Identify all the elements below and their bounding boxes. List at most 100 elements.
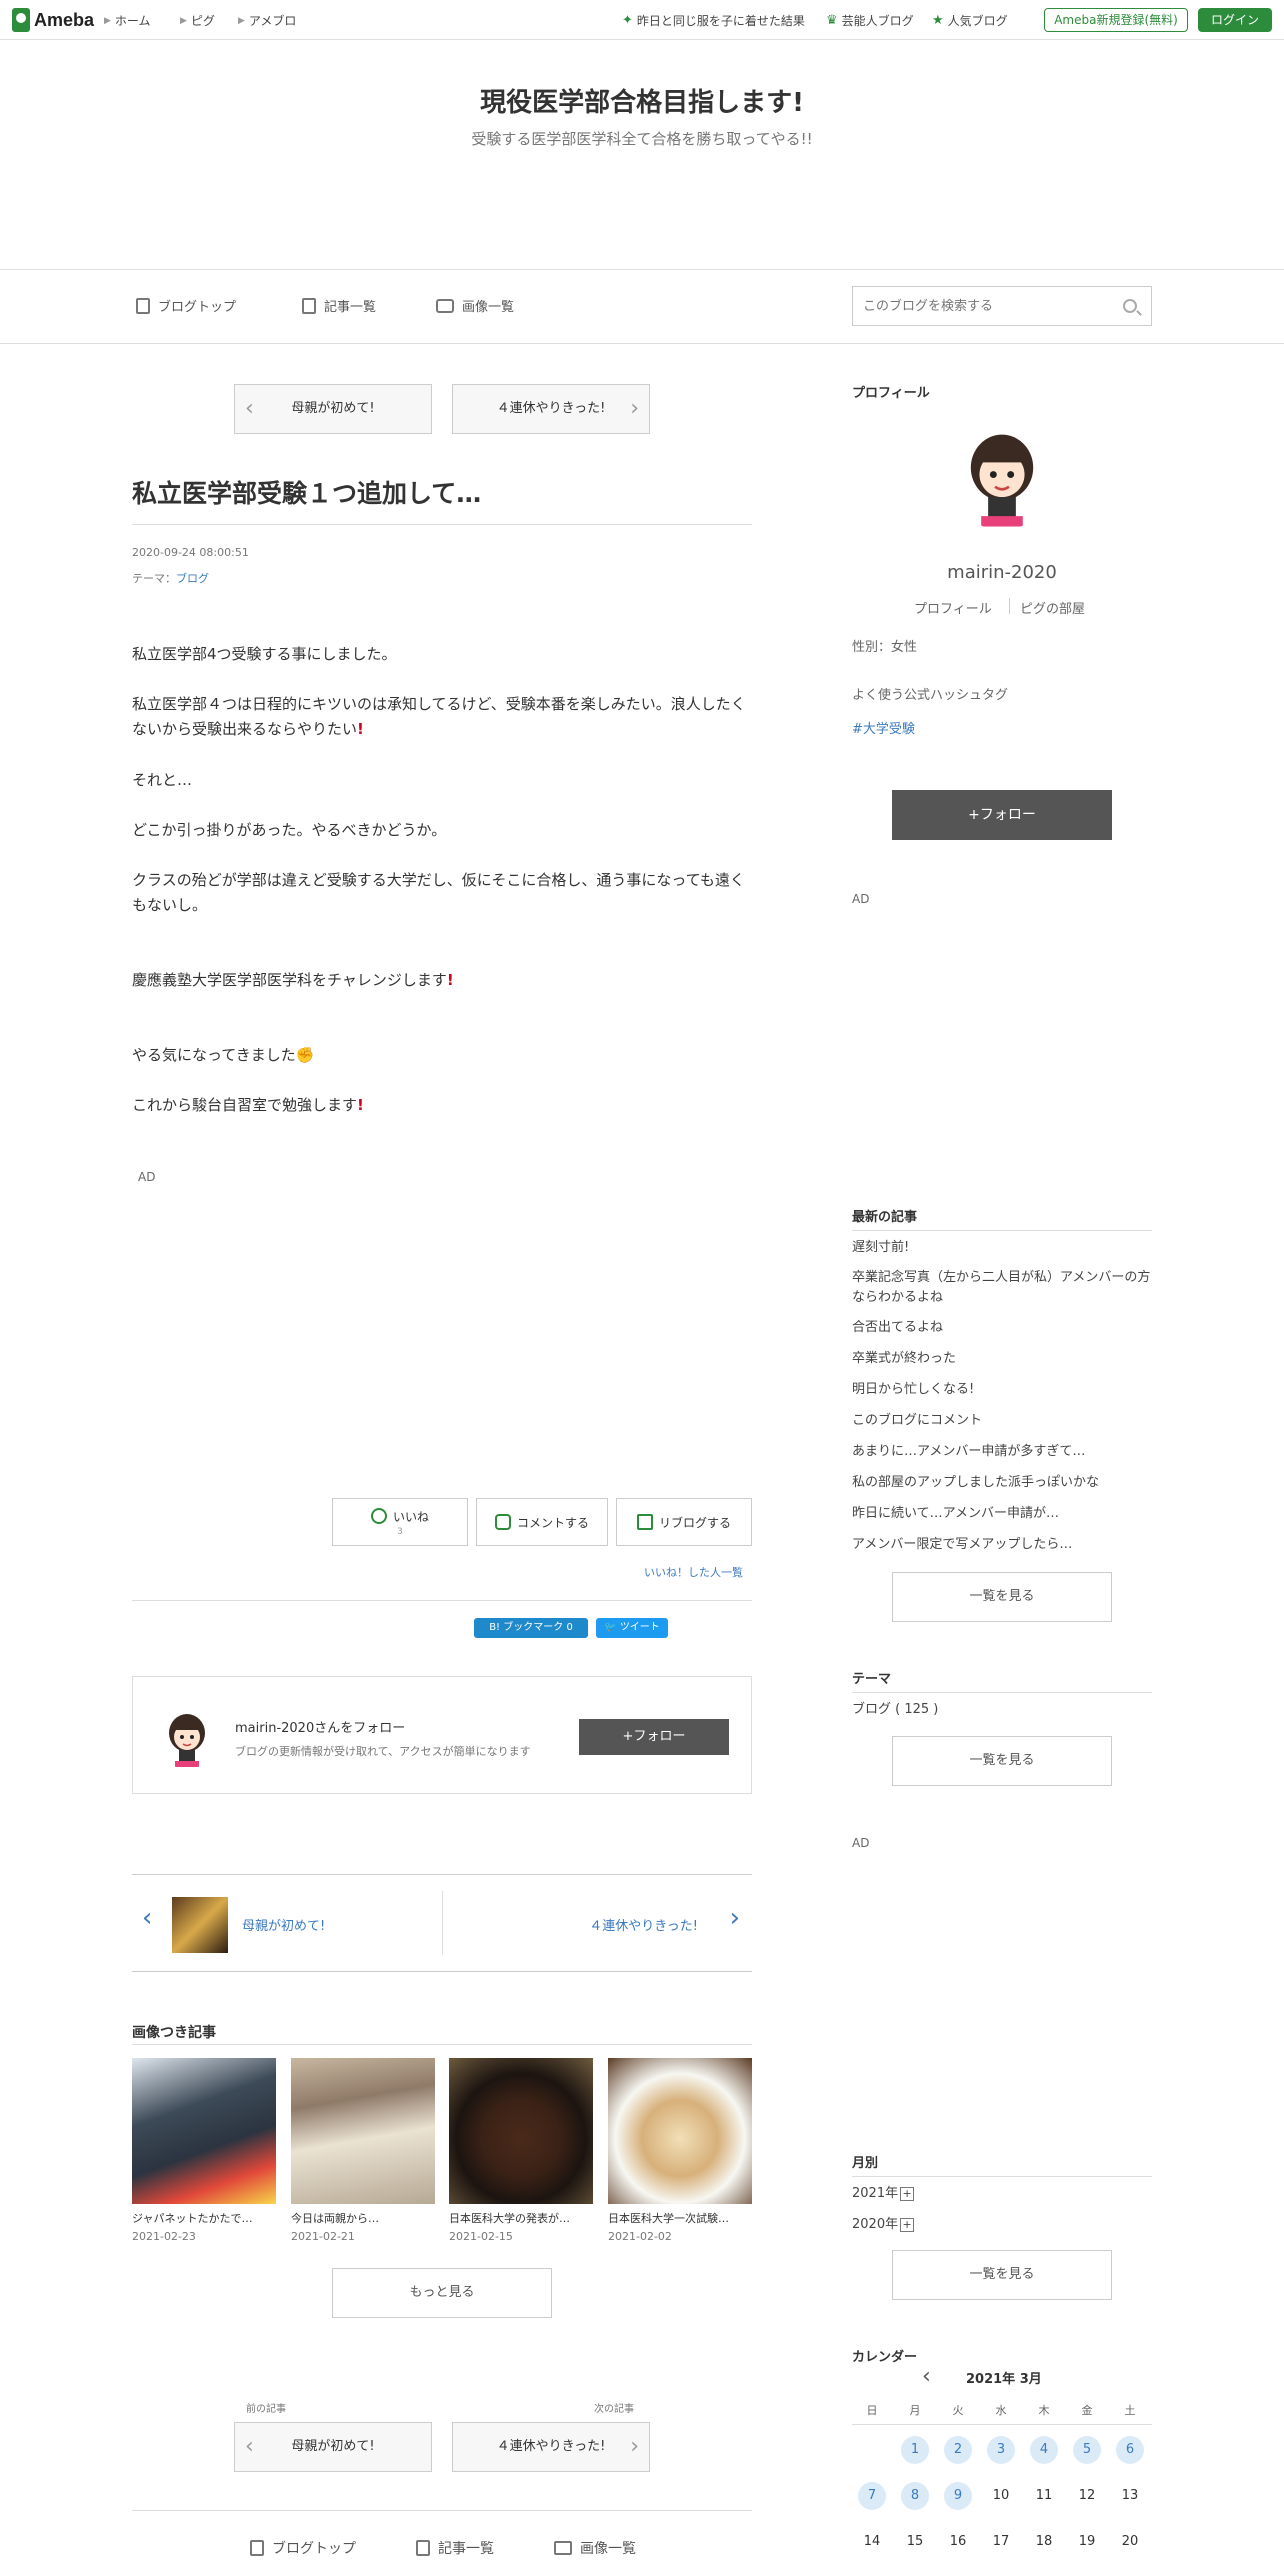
- document-icon: [136, 297, 150, 314]
- calendar-day[interactable]: 8: [901, 2482, 929, 2510]
- expand-plus-icon[interactable]: +: [900, 2187, 915, 2201]
- month-2021[interactable]: 2021年 +: [852, 2184, 1152, 2204]
- subnav-image-list[interactable]: 画像一覧: [436, 296, 514, 315]
- latest-article-link[interactable]: 私の部屋のアップしました派手っぽいかな: [852, 1473, 1152, 1493]
- image-post-date: 2021-02-21: [291, 2230, 355, 2243]
- image-post-caption[interactable]: ジャパネットたかたで…: [132, 2210, 276, 2226]
- latest-article-link[interactable]: 遅刻寸前!: [852, 1238, 1152, 1258]
- nav-ameblo[interactable]: ▶ アメブロ: [238, 12, 296, 29]
- search-input[interactable]: [853, 287, 1103, 325]
- divider: [442, 1891, 443, 1955]
- celebrity-blog-link[interactable]: ♛ 芸能人ブログ: [826, 12, 914, 29]
- image-post-caption[interactable]: 今日は両親から…: [291, 2210, 435, 2226]
- subnav-blog-top[interactable]: ブログトップ: [136, 296, 236, 315]
- latest-article-link[interactable]: 昨日に続いて…アメンバー申請が…: [852, 1504, 1152, 1524]
- prev-article-button[interactable]: ‹ 母親が初めて!: [234, 2422, 432, 2472]
- latest-article-link[interactable]: アメンバー限定で写メアップしたら…: [852, 1535, 1152, 1555]
- search-icon[interactable]: [1123, 299, 1137, 313]
- footer-blog-top[interactable]: ブログトップ: [250, 2538, 356, 2558]
- chevron-left-icon[interactable]: ‹: [142, 1903, 152, 1933]
- chevron-right-icon: ›: [630, 2434, 639, 2459]
- nav-home[interactable]: ▶ ホーム: [104, 12, 151, 29]
- calendar-day[interactable]: 9: [944, 2482, 972, 2510]
- pigg-room-link[interactable]: ピグの部屋: [1020, 598, 1085, 617]
- calendar-day[interactable]: 3: [987, 2436, 1015, 2464]
- like-button[interactable]: いいね 3: [332, 1498, 468, 1546]
- follow-title: mairin-2020さんをフォロー: [235, 1721, 406, 1736]
- image-post-caption[interactable]: 日本医科大学一次試験…: [608, 2210, 752, 2226]
- monthly-list-button[interactable]: 一覧を見る: [892, 2250, 1112, 2300]
- next-article-button[interactable]: ４連休やりきった! ›: [452, 384, 650, 434]
- calendar-day: 18: [1035, 2534, 1053, 2549]
- calendar-month: 2021年 3月: [966, 2372, 1042, 2387]
- hatena-bookmark-button[interactable]: B! ブックマーク 0: [474, 1618, 588, 1638]
- like-list-link[interactable]: いいね！した人一覧: [644, 1564, 743, 1580]
- latest-article-link[interactable]: 卒業記念写真（左から二人目が私）アメンバーの方ならわかるよね: [852, 1268, 1152, 1308]
- calendar-day[interactable]: 7: [858, 2482, 886, 2510]
- calendar-day: 15: [906, 2534, 924, 2549]
- weekday-label: 土: [1124, 2404, 1136, 2417]
- theme-list-button[interactable]: 一覧を見る: [892, 1736, 1112, 1786]
- top-bar: Ameba ▶ ホーム ▶ ピグ ▶ アメブロ ✦ 昨日と同じ服を子に着せた結果 ♛ 芸能…: [0, 0, 1284, 40]
- image-post-thumbnail[interactable]: [291, 2058, 435, 2204]
- sidebar-follow-button[interactable]: +フォロー: [892, 790, 1112, 840]
- calendar-day[interactable]: 2: [944, 2436, 972, 2464]
- tweet-button[interactable]: 🐦 ツイート: [596, 1618, 668, 1638]
- latest-article-link[interactable]: 明日から忙しくなる!: [852, 1380, 1152, 1400]
- login-button[interactable]: ログイン: [1198, 8, 1272, 32]
- latest-article-link[interactable]: このブログにコメント: [852, 1411, 1152, 1431]
- twitter-icon: 🐦: [604, 1622, 617, 1633]
- expand-plus-icon[interactable]: +: [900, 2218, 915, 2232]
- comment-button[interactable]: コメントする: [476, 1498, 608, 1546]
- subnav-article-list[interactable]: 記事一覧: [302, 296, 376, 315]
- chevron-right-icon[interactable]: ›: [730, 1903, 740, 1933]
- follow-button[interactable]: +フォロー: [579, 1719, 729, 1755]
- reblog-button[interactable]: リブログする: [616, 1498, 752, 1546]
- chevron-left-icon[interactable]: ‹: [922, 2364, 931, 2389]
- weekday-label: 木: [1038, 2404, 1050, 2417]
- image-post-date: 2021-02-23: [132, 2230, 196, 2243]
- more-images-button[interactable]: もっと見る: [332, 2268, 552, 2318]
- next-link[interactable]: ４連休やりきった!: [589, 1915, 698, 1934]
- hashtag-link[interactable]: #大学受験: [852, 718, 915, 737]
- paragraph-text: 慶應義塾大学医学部医学科をチャレンジします: [132, 971, 447, 989]
- image-post-caption[interactable]: 日本医科大学の発表が…: [449, 2210, 593, 2226]
- latest-list-button[interactable]: 一覧を見る: [892, 1572, 1112, 1622]
- trending-link[interactable]: ✦ 昨日と同じ服を子に着せた結果: [622, 12, 805, 29]
- logo-text: Ameba: [34, 9, 95, 30]
- theme-item-link[interactable]: ブログ ( 125 ): [852, 1700, 1152, 1720]
- latest-article-link[interactable]: 合否出てるよね: [852, 1318, 1152, 1338]
- month-2020[interactable]: 2020年 +: [852, 2215, 1152, 2235]
- image-post-thumbnail[interactable]: [132, 2058, 276, 2204]
- latest-article-link[interactable]: 卒業式が終わった: [852, 1349, 1152, 1369]
- copy-icon: [416, 2540, 430, 2556]
- profile-username[interactable]: mairin-2020: [852, 562, 1152, 583]
- tweet-label: ツイート: [619, 1622, 660, 1633]
- calendar-day[interactable]: 4: [1030, 2436, 1058, 2464]
- blog-title[interactable]: 現役医学部合格目指します!: [0, 82, 1284, 119]
- popular-blog-link[interactable]: ★ 人気ブログ: [932, 12, 1008, 29]
- image-post-thumbnail[interactable]: [608, 2058, 752, 2204]
- next-article-button[interactable]: ４連休やりきった! ›: [452, 2422, 650, 2472]
- blog-subnav: ブログトップ 記事一覧 画像一覧: [0, 270, 1284, 344]
- footer-article-list[interactable]: 記事一覧: [416, 2538, 494, 2558]
- profile-avatar[interactable]: [950, 426, 1054, 530]
- prev-link[interactable]: 母親が初めて!: [242, 1915, 325, 1934]
- register-button[interactable]: Ameba新規登録(無料): [1044, 8, 1188, 32]
- prev-article-button[interactable]: ‹ 母親が初めて!: [234, 384, 432, 434]
- image-post-thumbnail[interactable]: [449, 2058, 593, 2204]
- ameba-logo[interactable]: Ameba: [12, 8, 94, 32]
- footer-image-list[interactable]: 画像一覧: [554, 2538, 636, 2558]
- prev-thumbnail[interactable]: [172, 1897, 228, 1953]
- profile-heading: プロフィール: [852, 386, 930, 401]
- ad-label: AD: [852, 892, 870, 906]
- theme-link[interactable]: ブログ: [176, 572, 209, 585]
- calendar-day[interactable]: 5: [1073, 2436, 1101, 2464]
- nav-pigg[interactable]: ▶ ピグ: [180, 12, 215, 29]
- calendar-day[interactable]: 1: [901, 2436, 929, 2464]
- profile-link[interactable]: プロフィール: [914, 598, 992, 617]
- article-title[interactable]: 私立医学部受験１つ追加して…: [132, 474, 752, 510]
- latest-article-link[interactable]: あまりに…アメンバー申請が多すぎて…: [852, 1442, 1152, 1462]
- avatar[interactable]: [157, 1709, 217, 1769]
- calendar-day[interactable]: 6: [1116, 2436, 1144, 2464]
